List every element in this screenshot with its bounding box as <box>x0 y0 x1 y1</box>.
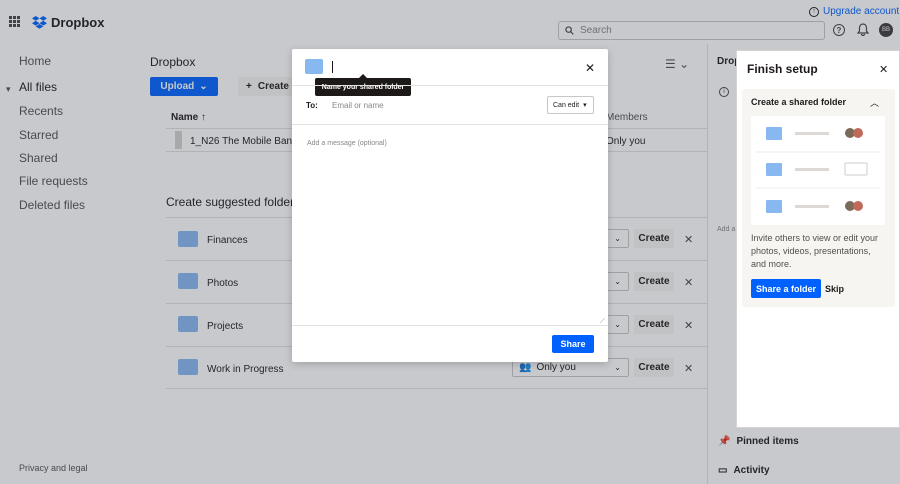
share-folder-button[interactable]: Share a folder <box>751 279 821 298</box>
finish-setup-title: Finish setup <box>747 62 818 76</box>
recipient-input[interactable]: Email or name <box>332 101 384 110</box>
to-label: To: <box>306 101 318 110</box>
message-input[interactable]: Add a message (optional) <box>307 140 387 147</box>
close-icon[interactable]: ✕ <box>879 63 888 76</box>
chevron-down-icon: ▾ <box>583 102 587 109</box>
shared-folder-icon <box>305 59 323 74</box>
folder-name-input[interactable] <box>332 61 333 73</box>
skip-button[interactable]: Skip <box>825 284 844 294</box>
permission-select[interactable]: Can edit ▾ <box>547 96 594 114</box>
tooltip: Name your shared folder <box>315 74 411 96</box>
permission-label: Can edit <box>553 101 580 109</box>
divider <box>292 85 608 86</box>
share-button[interactable]: Share <box>552 335 594 353</box>
finish-setup-description: Invite others to view or edit your photo… <box>751 233 879 269</box>
card-title: Create a shared folder <box>751 97 847 107</box>
close-icon[interactable]: ✕ <box>585 61 595 75</box>
shared-folder-illustration <box>751 116 885 225</box>
chevron-up-icon[interactable]: ︿ <box>870 96 879 109</box>
divider <box>292 124 608 125</box>
divider <box>292 325 608 326</box>
